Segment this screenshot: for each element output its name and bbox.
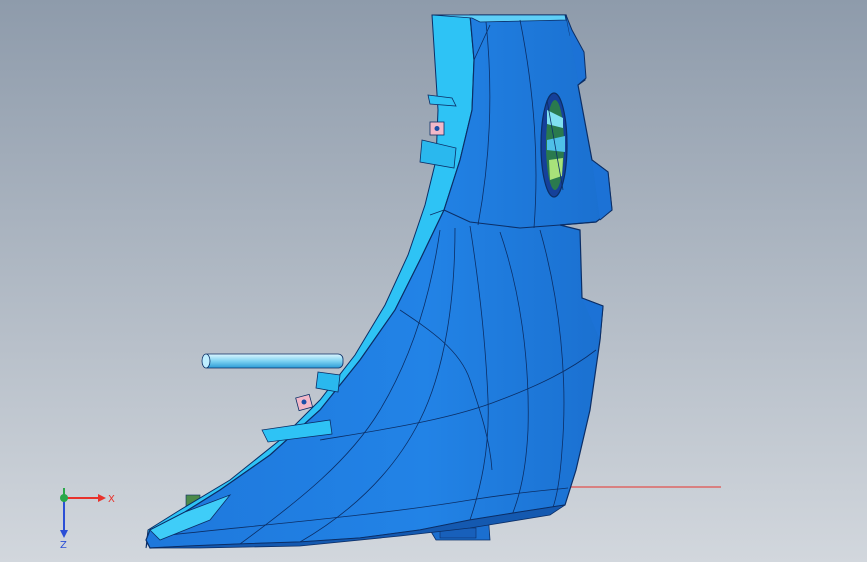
- z-axis-label: Z: [60, 540, 67, 550]
- cad-viewport[interactable]: X Z: [0, 0, 867, 562]
- model-scene[interactable]: [0, 0, 867, 562]
- x-axis-label: X: [108, 494, 115, 505]
- inspection-window[interactable]: [540, 92, 568, 198]
- z-axis-head: [60, 530, 68, 538]
- side-rod[interactable]: [201, 353, 344, 369]
- x-axis-head: [98, 494, 106, 502]
- triad-origin: [60, 494, 68, 502]
- coordinate-triad: X Z: [60, 488, 115, 550]
